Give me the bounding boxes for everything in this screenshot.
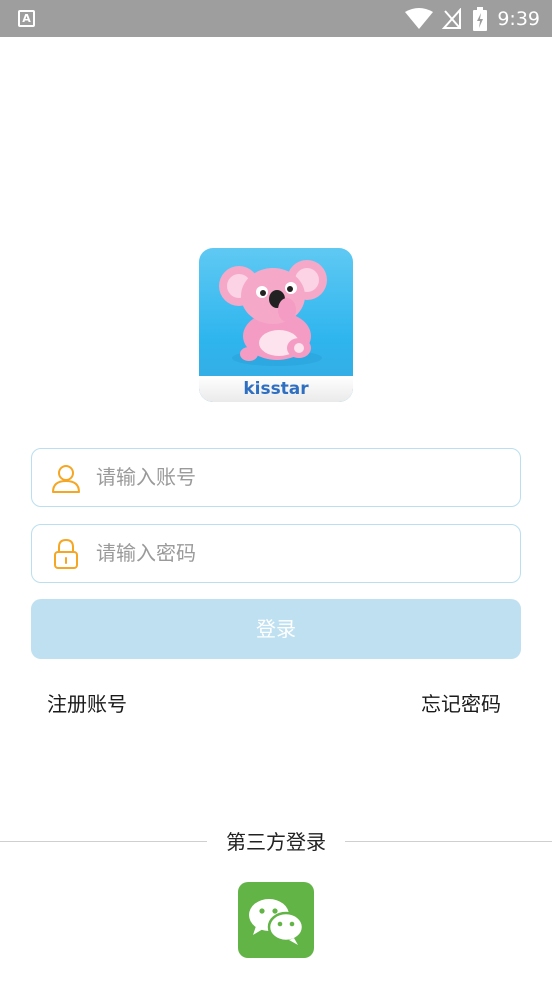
- account-field[interactable]: 请输入账号: [31, 448, 521, 507]
- password-field[interactable]: 请输入密码: [31, 524, 521, 583]
- wechat-icon: [249, 899, 305, 945]
- no-signal-icon: [442, 8, 462, 29]
- forgot-password-link[interactable]: 忘记密码: [421, 689, 501, 719]
- lock-icon: [54, 538, 78, 569]
- third-party-login-label: 第三方登录: [226, 830, 326, 854]
- koala-mascot-icon: [219, 260, 327, 366]
- status-time: 9:39: [497, 8, 540, 30]
- status-bar: A 9:39: [0, 0, 552, 37]
- account-placeholder: 请输入账号: [96, 465, 196, 489]
- divider-left: [0, 841, 207, 842]
- user-icon: [52, 465, 80, 493]
- password-placeholder: 请输入密码: [96, 541, 196, 565]
- battery-charging-icon: [473, 7, 488, 31]
- divider-right: [345, 841, 552, 842]
- register-link[interactable]: 注册账号: [47, 689, 127, 719]
- login-button[interactable]: 登录: [31, 599, 521, 659]
- status-icons: 9:39: [405, 6, 540, 32]
- wechat-login-button[interactable]: [238, 882, 314, 958]
- app-logo: kisstar: [199, 248, 353, 402]
- wifi-icon: [405, 8, 434, 29]
- notification-a-icon: A: [18, 10, 35, 27]
- logo-brand-text: kisstar: [199, 376, 353, 402]
